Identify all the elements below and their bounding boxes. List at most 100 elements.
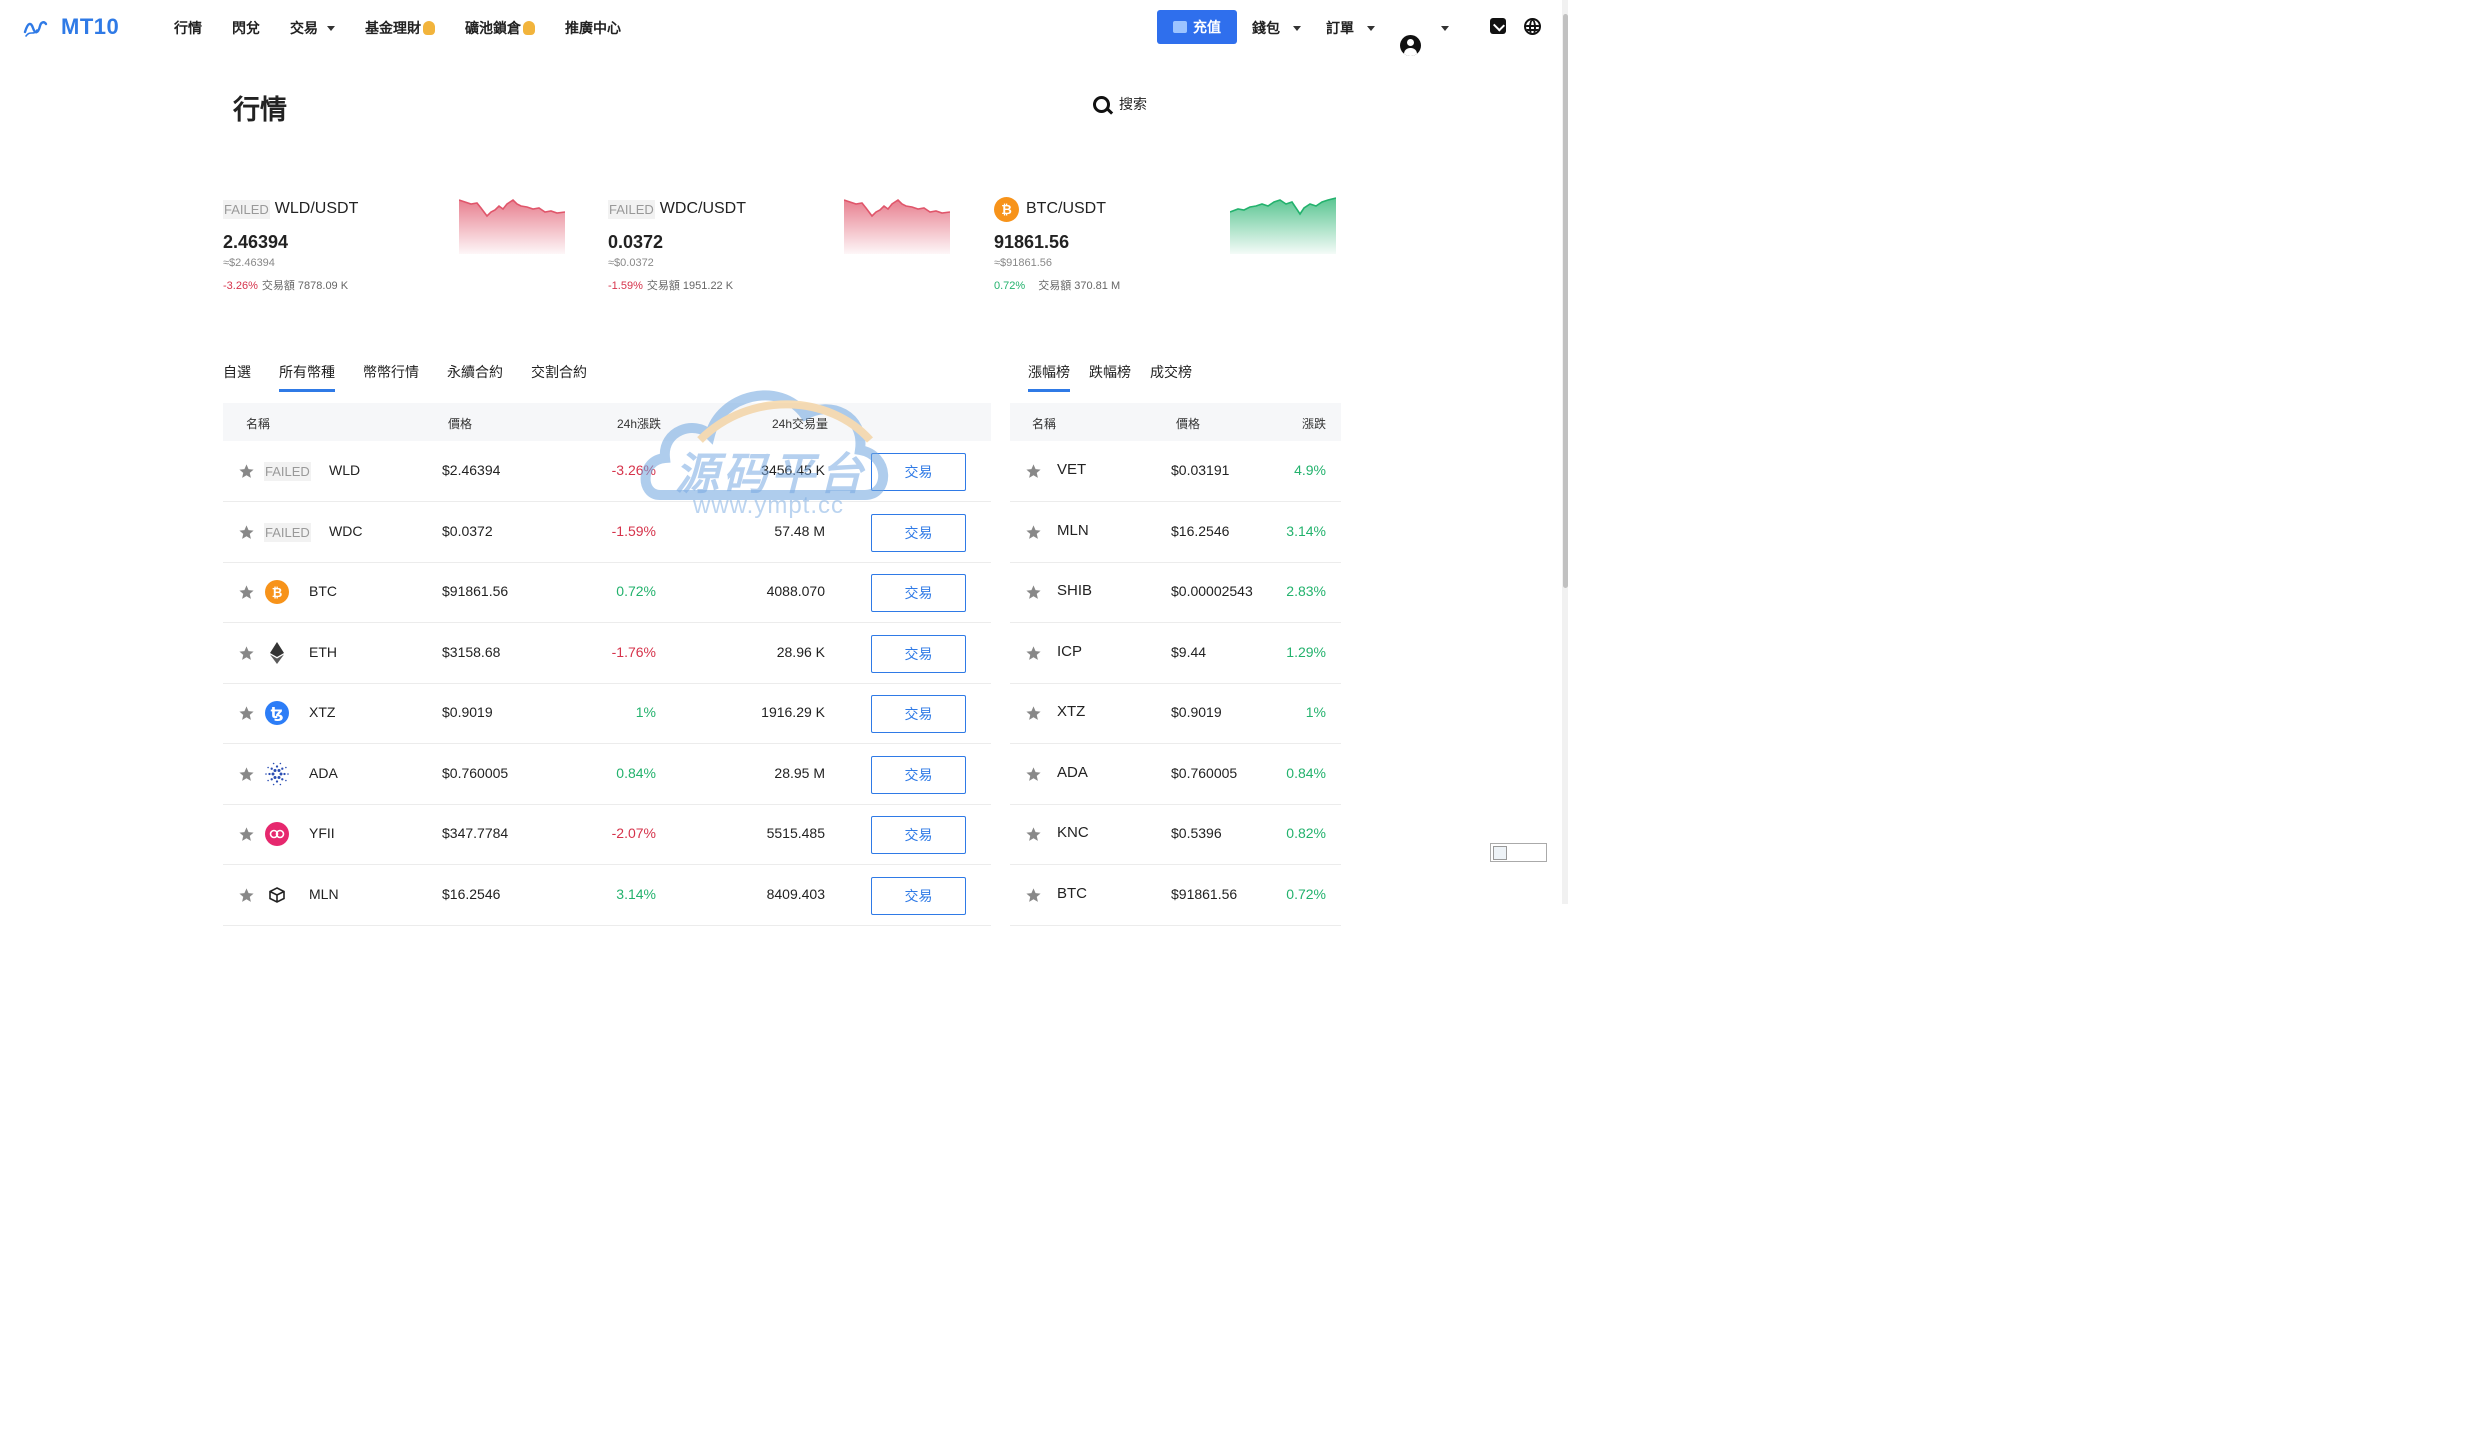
tezos-icon: ꜩ bbox=[265, 701, 289, 725]
nav-item-0[interactable]: 行情 bbox=[174, 18, 202, 38]
tab-0[interactable]: 自選 bbox=[223, 362, 251, 392]
favorite-star-icon[interactable] bbox=[238, 705, 255, 722]
market-card[interactable]: FAILED WLD/USDT 2.46394 ≈$2.46394 -3.26% 交易額 … bbox=[223, 194, 583, 304]
tab-2[interactable]: 幣幣行情 bbox=[363, 362, 419, 392]
coin-name: XTZ bbox=[309, 704, 336, 720]
nav-item-4[interactable]: 礦池鎖倉 bbox=[465, 18, 535, 38]
card-stats: -3.26% 交易額 7878.09 K bbox=[223, 277, 348, 293]
tab-1[interactable]: 所有幣種 bbox=[279, 362, 335, 392]
card-volume: 交易額 370.81 M bbox=[1038, 280, 1121, 292]
coin-price: $0.760005 bbox=[442, 764, 509, 781]
logo[interactable]: MT10 bbox=[22, 14, 119, 40]
market-table-header: 名稱 價格 24h漲跌 24h交易量 bbox=[223, 403, 991, 441]
rank-table-row[interactable]: SHIB $0.00002543 2.83% bbox=[1010, 562, 1341, 623]
favorite-star-icon[interactable] bbox=[1025, 463, 1042, 480]
favorite-star-icon[interactable] bbox=[238, 645, 255, 662]
market-tabs: 自選 所有幣種 幣幣行情 永續合約 交割合約 bbox=[223, 362, 615, 392]
download-icon[interactable] bbox=[1490, 18, 1506, 34]
coin-change: -3.26% bbox=[611, 462, 656, 478]
chevron-down-icon bbox=[327, 25, 335, 31]
nav-item-5[interactable]: 推廣中心 bbox=[565, 18, 621, 38]
trade-button[interactable]: 交易 bbox=[871, 816, 966, 854]
card-stats: 0.72% 交易額 370.81 M bbox=[994, 277, 1120, 293]
rank-table-row[interactable]: XTZ $0.9019 1% bbox=[1010, 683, 1341, 744]
rank-coin-name: ADA bbox=[1057, 763, 1088, 781]
search-label: 搜索 bbox=[1119, 96, 1147, 112]
scrollbar-thumb[interactable] bbox=[1563, 14, 1568, 588]
rank-tab-0[interactable]: 漲幅榜 bbox=[1028, 362, 1070, 392]
deposit-button[interactable]: 充值 bbox=[1157, 10, 1237, 44]
rank-coin-price: $16.2546 bbox=[1171, 522, 1230, 539]
tab-4[interactable]: 交割合約 bbox=[531, 362, 587, 392]
card-price: 91861.56 bbox=[994, 232, 1070, 252]
trade-button[interactable]: 交易 bbox=[871, 574, 966, 612]
favorite-star-icon[interactable] bbox=[1025, 766, 1042, 783]
favorite-star-icon[interactable] bbox=[238, 524, 255, 541]
table-row[interactable]: ꜩ XTZ $0.9019 1% 1916.29 K 交易 bbox=[223, 683, 991, 744]
table-row[interactable]: MLN $16.2546 3.14% 8409.403 交易 bbox=[223, 865, 991, 926]
table-row[interactable]: FAILED WLD $2.46394 -3.26% 3456.45 K 交易 bbox=[223, 441, 991, 502]
favorite-star-icon[interactable] bbox=[238, 826, 255, 843]
rank-table-header: 名稱 價格 漲跌 bbox=[1010, 403, 1341, 441]
favorite-star-icon[interactable] bbox=[1025, 524, 1042, 541]
rank-table-row[interactable]: ICP $9.44 1.29% bbox=[1010, 623, 1341, 684]
table-row[interactable]: ADA $0.760005 0.84% 28.95 M 交易 bbox=[223, 744, 991, 805]
tab-3[interactable]: 永續合約 bbox=[447, 362, 503, 392]
rank-tab-2[interactable]: 成交榜 bbox=[1150, 362, 1192, 392]
trade-button[interactable]: 交易 bbox=[871, 695, 966, 733]
card-header: FAILED WDC/USDT bbox=[608, 194, 746, 224]
wallet-label: 錢包 bbox=[1252, 20, 1280, 36]
coin-name: WLD bbox=[329, 462, 361, 478]
table-row[interactable]: ₿ BTC $91861.56 0.72% 4088.070 交易 bbox=[223, 562, 991, 623]
trade-button[interactable]: 交易 bbox=[871, 453, 966, 491]
rank-table-row[interactable]: KNC $0.5396 0.82% bbox=[1010, 804, 1341, 865]
wallet-menu[interactable]: 錢包 bbox=[1252, 0, 1301, 56]
favorite-star-icon[interactable] bbox=[1025, 645, 1042, 662]
rank-table-row[interactable]: VET $0.03191 4.9% bbox=[1010, 441, 1341, 502]
table-row[interactable]: FAILED WDC $0.0372 -1.59% 57.48 M 交易 bbox=[223, 502, 991, 563]
orders-menu[interactable]: 訂單 bbox=[1326, 0, 1375, 56]
table-row[interactable]: ETH $3158.68 -1.76% 28.96 K 交易 bbox=[223, 623, 991, 684]
search-button[interactable]: 搜索 bbox=[1093, 94, 1147, 114]
favorite-star-icon[interactable] bbox=[1025, 705, 1042, 722]
search-icon bbox=[1093, 95, 1110, 113]
table-row[interactable]: YFII $347.7784 -2.07% 5515.485 交易 bbox=[223, 804, 991, 865]
favorite-star-icon[interactable] bbox=[1025, 584, 1042, 601]
header-change: 24h漲跌 bbox=[617, 417, 662, 431]
globe-icon[interactable] bbox=[1524, 18, 1541, 35]
coin-name: BTC bbox=[309, 583, 337, 599]
rank-coin-price: $0.760005 bbox=[1171, 764, 1238, 781]
favorite-star-icon[interactable] bbox=[238, 584, 255, 601]
trade-button[interactable]: 交易 bbox=[871, 876, 966, 915]
user-avatar-icon[interactable] bbox=[1400, 35, 1421, 56]
trade-button[interactable]: 交易 bbox=[871, 755, 966, 794]
favorite-star-icon[interactable] bbox=[238, 766, 255, 783]
favorite-star-icon[interactable] bbox=[1025, 826, 1042, 843]
rank-coin-change: 1.29% bbox=[1286, 643, 1326, 660]
rank-table-row[interactable]: ADA $0.760005 0.84% bbox=[1010, 744, 1341, 805]
card-stats: -1.59% 交易額 1951.22 K bbox=[608, 277, 733, 293]
melon-icon bbox=[265, 882, 289, 907]
rank-table-row[interactable]: BTC $91861.56 0.72% bbox=[1010, 865, 1341, 926]
favorite-star-icon[interactable] bbox=[238, 463, 255, 480]
nav-item-1[interactable]: 閃兌 bbox=[232, 18, 260, 38]
card-change: 0.72% bbox=[994, 280, 1026, 292]
coin-price: $91861.56 bbox=[442, 583, 509, 599]
nav-item-2[interactable]: 交易 bbox=[290, 18, 335, 38]
chevron-down-icon[interactable] bbox=[1441, 26, 1449, 31]
bitcoin-icon: ₿ bbox=[265, 580, 289, 604]
rank-coin-change: 1% bbox=[1305, 704, 1326, 720]
favorite-star-icon[interactable] bbox=[1025, 887, 1042, 904]
market-card[interactable]: ₿ BTC/USDT 91861.56 ≈$91861.56 0.72% 交易額 370.… bbox=[994, 194, 1354, 304]
card-price: 0.0372 bbox=[608, 232, 664, 252]
rank-table-row[interactable]: MLN $16.2546 3.14% bbox=[1010, 502, 1341, 563]
rank-tab-1[interactable]: 跌幅榜 bbox=[1089, 362, 1131, 392]
trade-button[interactable]: 交易 bbox=[871, 513, 966, 552]
rank-coin-change: 4.9% bbox=[1294, 462, 1326, 478]
favorite-star-icon[interactable] bbox=[238, 887, 255, 904]
card-approx-price: ≈$2.46394 bbox=[223, 257, 275, 269]
trade-button[interactable]: 交易 bbox=[871, 634, 966, 673]
nav-item-3[interactable]: 基金理財 bbox=[365, 18, 435, 38]
header-price: 價格 bbox=[448, 417, 473, 431]
market-card[interactable]: FAILED WDC/USDT 0.0372 ≈$0.0372 -1.59% 交易額 19… bbox=[608, 194, 968, 304]
